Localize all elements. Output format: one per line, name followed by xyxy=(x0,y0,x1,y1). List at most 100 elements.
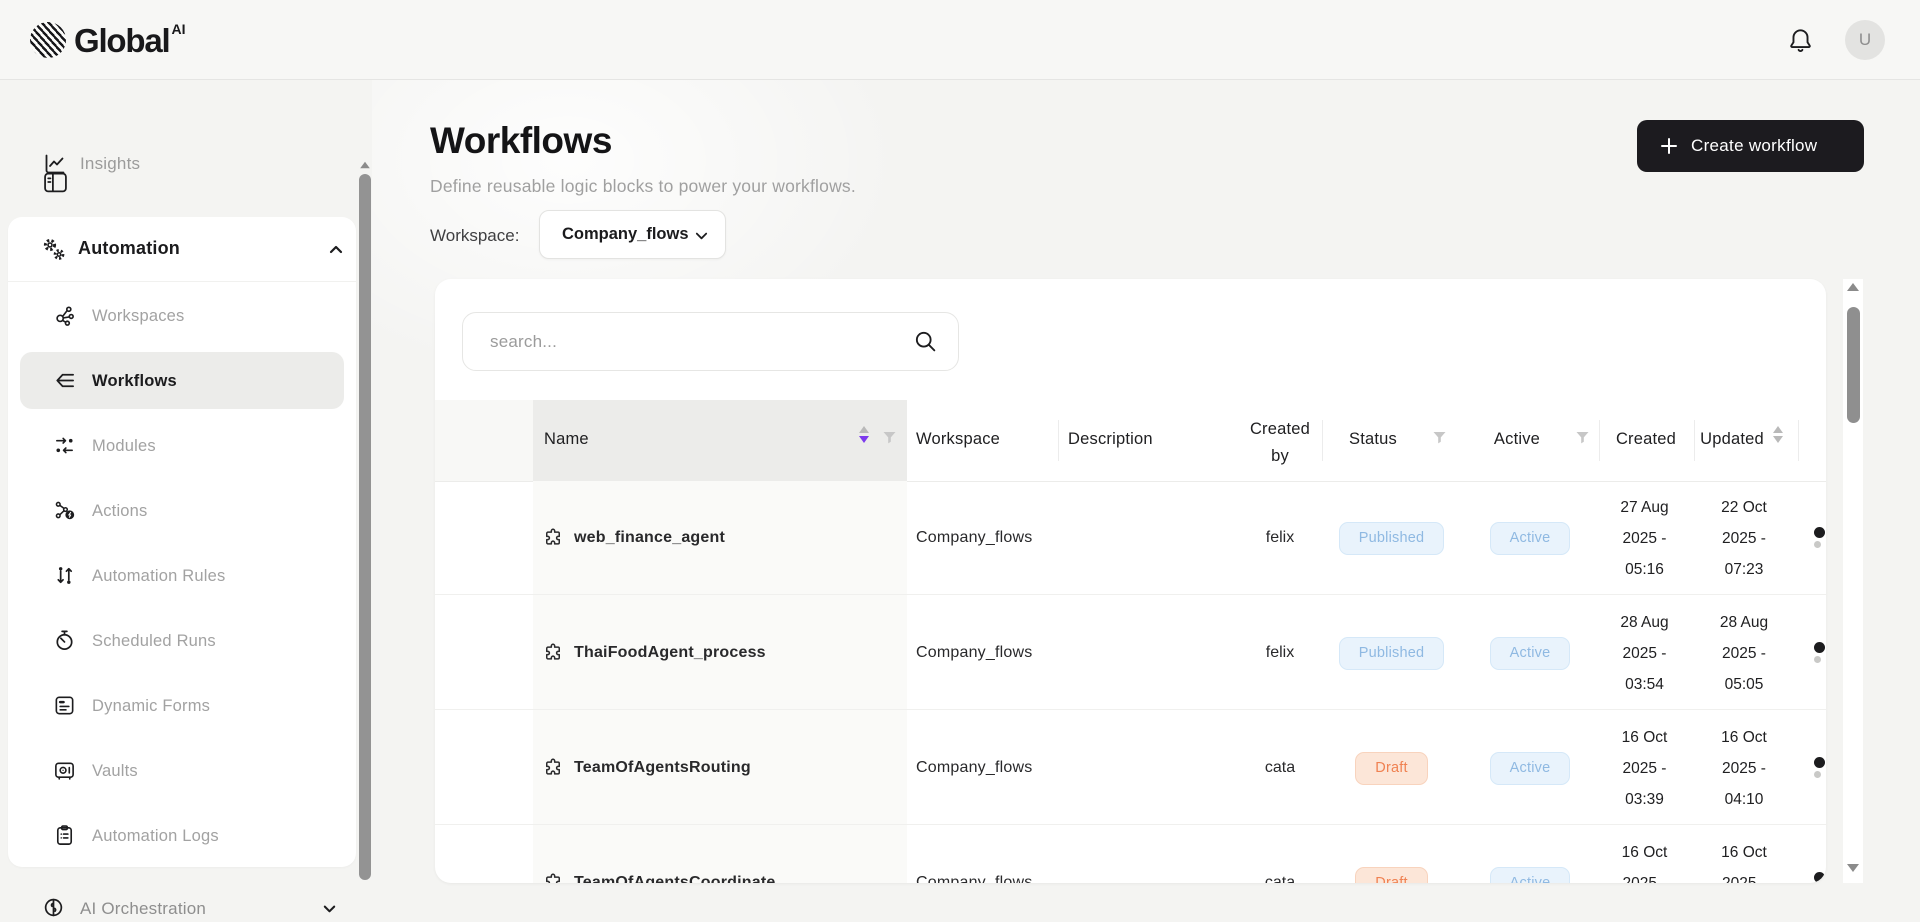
column-header-name[interactable]: Name xyxy=(544,430,589,449)
column-separator xyxy=(1599,420,1600,461)
plus-icon xyxy=(1659,136,1679,156)
status-badge-wrap: Draft xyxy=(1322,752,1461,785)
chevron-down-icon xyxy=(694,228,709,243)
active-badge: Active xyxy=(1490,522,1571,555)
workflow-created-by: felix xyxy=(1238,644,1322,662)
sidebar-item-workspaces[interactable]: Workspaces xyxy=(8,283,356,348)
sidebar-item-label: Actions xyxy=(92,502,148,521)
stopwatch-icon xyxy=(53,629,76,652)
status-badge-wrap: Published xyxy=(1322,637,1461,670)
sidebar-item-vaults[interactable]: Vaults xyxy=(8,738,356,803)
filter-funnel-icon[interactable] xyxy=(1432,431,1447,445)
sort-arrows-icon[interactable] xyxy=(859,426,869,443)
sidebar-item-ai-orchestration[interactable]: AI Orchestration xyxy=(0,883,356,922)
filter-funnel-icon[interactable] xyxy=(1575,431,1590,445)
status-badge: Draft xyxy=(1355,752,1427,785)
puzzle-piece-icon xyxy=(543,758,563,778)
sidebar-item-dynamic-forms[interactable]: Dynamic Forms xyxy=(8,673,356,738)
clipped-actions-icon[interactable] xyxy=(1814,872,1826,883)
page-title: Workflows xyxy=(430,120,612,162)
workflow-workspace: Company_flows xyxy=(916,529,1032,547)
sidebar-item-scheduled-runs[interactable]: Scheduled Runs xyxy=(8,608,356,673)
column-header-created-by[interactable]: Created by xyxy=(1245,416,1315,470)
column-header-updated[interactable]: Updated xyxy=(1694,430,1770,449)
create-workflow-button[interactable]: Create workflow xyxy=(1637,120,1864,172)
active-badge: Active xyxy=(1490,752,1571,785)
puzzle-piece-icon xyxy=(543,528,563,548)
main-scrollbar-thumb[interactable] xyxy=(1847,307,1860,423)
active-badge: Active xyxy=(1490,867,1571,883)
search-input[interactable] xyxy=(463,313,958,370)
sidebar-item-insights[interactable]: Insights xyxy=(0,140,356,188)
created-date: 28 Aug2025 -03:54 xyxy=(1599,607,1690,700)
sidebar-item-label: Automation Rules xyxy=(92,567,225,586)
avatar[interactable]: U xyxy=(1845,20,1885,60)
sidebar-item-modules[interactable]: Modules xyxy=(8,413,356,478)
bell-icon[interactable] xyxy=(1786,26,1814,56)
table-row[interactable]: TeamOfAgentsCoordinate Company_flows cat… xyxy=(435,826,1826,883)
column-header-workspace[interactable]: Workspace xyxy=(916,430,1000,449)
sidebar: Insights Automation xyxy=(0,80,372,922)
column-header-active[interactable]: Active xyxy=(1461,430,1573,449)
status-badge: Draft xyxy=(1355,867,1427,883)
sidebar-item-label: Automation xyxy=(78,238,180,259)
column-header-description[interactable]: Description xyxy=(1068,430,1153,449)
puzzle-piece-icon xyxy=(543,873,563,883)
sidebar-item-workflows[interactable]: Workflows xyxy=(8,348,356,413)
network-icon xyxy=(53,304,76,327)
column-header-created[interactable]: Created xyxy=(1601,430,1691,449)
sidebar-item-automation-rules[interactable]: Automation Rules xyxy=(8,543,356,608)
clipped-actions-icon[interactable] xyxy=(1814,642,1826,666)
page-subtitle: Define reusable logic blocks to power yo… xyxy=(430,176,856,197)
table-row[interactable]: web_finance_agent Company_flows felix Pu… xyxy=(435,481,1826,595)
sidebar-item-label: Scheduled Runs xyxy=(92,632,216,651)
sidebar-item-label: Dynamic Forms xyxy=(92,697,210,716)
flow-merge-icon xyxy=(53,369,76,392)
automation-sub-list: Workspaces Workflows Modules xyxy=(8,283,356,868)
main-scrollbar-down-arrow[interactable] xyxy=(1847,864,1859,872)
automation-section-card: Automation Workspaces xyxy=(8,217,356,867)
chevron-up-icon xyxy=(328,242,344,258)
workspace-dropdown-value: Company_flows xyxy=(562,225,689,244)
updated-date: 28 Aug2025 -05:05 xyxy=(1690,607,1798,700)
create-workflow-label: Create workflow xyxy=(1691,136,1817,156)
search-icon[interactable] xyxy=(913,329,938,354)
filter-funnel-icon[interactable] xyxy=(882,431,897,445)
workflow-name[interactable]: ThaiFoodAgent_process xyxy=(574,644,766,662)
main-scrollbar-up-arrow[interactable] xyxy=(1847,283,1859,291)
sidebar-item-label: Vaults xyxy=(92,762,138,781)
column-header-status[interactable]: Status xyxy=(1322,430,1424,449)
created-date: 27 Aug2025 -05:16 xyxy=(1599,492,1690,585)
workspace-dropdown[interactable]: Company_flows xyxy=(539,210,726,259)
workflow-name[interactable]: TeamOfAgentsCoordinate xyxy=(574,874,775,883)
table-row[interactable]: TeamOfAgentsRouting Company_flows cata D… xyxy=(435,711,1826,825)
active-badge-wrap: Active xyxy=(1461,752,1599,785)
clipboard-icon xyxy=(53,824,76,847)
workflow-name[interactable]: web_finance_agent xyxy=(574,529,725,547)
brain-icon xyxy=(42,896,65,919)
status-badge-wrap: Published xyxy=(1322,522,1461,555)
status-badge-wrap: Draft xyxy=(1322,867,1461,883)
sidebar-item-actions[interactable]: Actions xyxy=(8,478,356,543)
status-badge: Published xyxy=(1339,522,1445,555)
header-name-cell-bg xyxy=(533,400,907,481)
created-date: 16 Oct2025 - xyxy=(1599,837,1690,883)
clipped-actions-icon[interactable] xyxy=(1814,527,1826,551)
brand-logo: GlobalAI xyxy=(30,0,185,80)
sidebar-item-label: Automation Logs xyxy=(92,827,219,846)
workflow-created-by: cata xyxy=(1238,759,1322,777)
sort-arrows-icon[interactable] xyxy=(1773,426,1783,443)
sidebar-item-automation[interactable]: Automation xyxy=(8,217,356,282)
insights-chart-icon xyxy=(43,152,67,176)
sidebar-scrollbar-up-arrow[interactable] xyxy=(359,160,371,170)
workflow-workspace: Company_flows xyxy=(916,644,1032,662)
sidebar-item-automation-logs[interactable]: Automation Logs xyxy=(8,803,356,868)
workflow-name[interactable]: TeamOfAgentsRouting xyxy=(574,759,751,777)
sidebar-scrollbar-thumb[interactable] xyxy=(359,174,371,880)
workflow-created-by: felix xyxy=(1238,529,1322,547)
clipped-actions-icon[interactable] xyxy=(1814,757,1826,781)
table-row[interactable]: ThaiFoodAgent_process Company_flows feli… xyxy=(435,596,1826,710)
active-badge-wrap: Active xyxy=(1461,867,1599,883)
workflows-table-card: Name Workspace Description Created by St… xyxy=(435,279,1826,883)
workflow-workspace: Company_flows xyxy=(916,759,1032,777)
